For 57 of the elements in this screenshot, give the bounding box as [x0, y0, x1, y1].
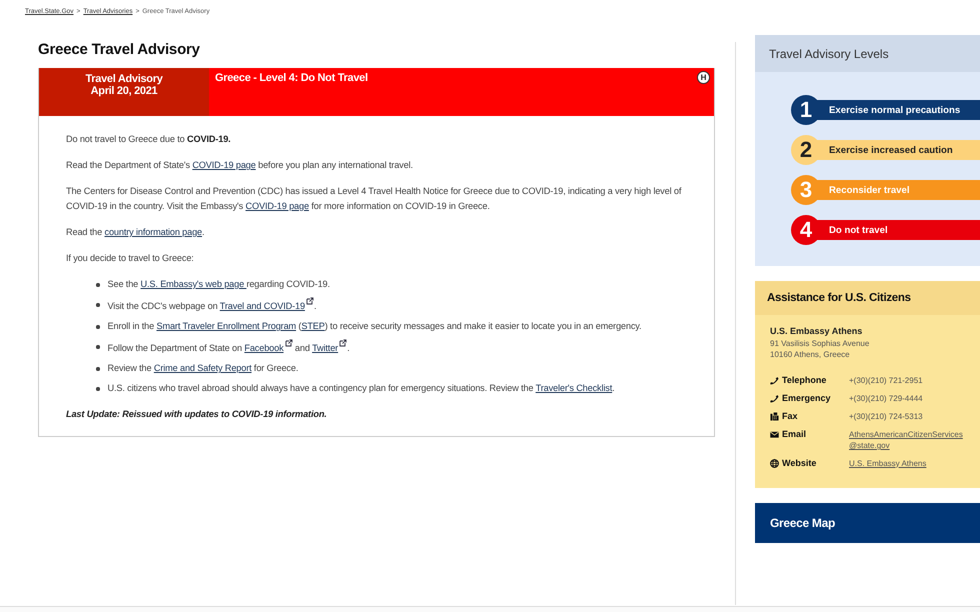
contact-label: Website	[782, 458, 816, 470]
external-link-icon	[284, 339, 293, 348]
level-bar: Exercise increased caution	[815, 140, 980, 160]
link[interactable]: STEP	[301, 321, 325, 332]
bullet-item: Visit the CDC's webpage on Travel and COVID-19 .	[108, 297, 316, 314]
bullet-icon	[96, 367, 100, 371]
bullet-icon	[96, 345, 100, 349]
contact-link[interactable]: AthensAmericanCitizenServices @state.gov	[849, 428, 980, 452]
external-link-icon	[339, 339, 348, 348]
contact-label: Email	[782, 428, 806, 440]
bullet-item: Follow the Department of State on Facebook and Twitter .	[108, 339, 350, 356]
panel-title: Assistance for U.S. Citizens	[767, 292, 911, 304]
level-bar: Reconsider travel	[815, 180, 980, 200]
link[interactable]: Facebook	[244, 343, 284, 354]
paragraph-text: The Centers for Disease Control and Prevention (CDC) has issued a Level 4 Travel Health Notice for Greece due to COVID-19, indicating a very high level of COVID-19 in the country. Visit the Embassy's COVID-19 page for more information on COVID-19 in Greece.	[66, 185, 682, 213]
last-update-text: Last Update: Reissued with updates to COVID-19 information.	[66, 408, 328, 422]
level-bar: Do not travel	[815, 220, 980, 240]
bullet-icon	[96, 303, 100, 306]
link[interactable]: Twitter	[312, 343, 338, 354]
contact-label: Emergency	[782, 392, 831, 404]
contact-label: Fax	[782, 410, 798, 422]
page-title: Greece Travel Advisory	[38, 41, 201, 58]
bullet-item: U.S. citizens who travel abroad should always have a contingency plan for emergency situations. Review the Traveler's Checklist.	[108, 382, 615, 396]
contact-value: +(30)(210) 724-5313	[849, 412, 923, 420]
paragraph-text: If you decide to travel to Greece:	[66, 252, 195, 265]
panel-title: Travel Advisory Levels	[769, 46, 889, 60]
link[interactable]: country information page	[104, 227, 202, 237]
panel-title: Greece Map	[770, 516, 836, 530]
bullet-icon	[96, 325, 100, 329]
link[interactable]: Travel and COVID-19	[220, 301, 305, 312]
bullet-item: Review the Crime and Safety Report for Greece.	[108, 362, 298, 376]
address-line: 91 Vasilisis Sophias Avenue	[770, 338, 870, 349]
link[interactable]: COVID-19 page	[246, 201, 309, 211]
address-line: 10160 Athens, Greece	[770, 349, 851, 360]
link[interactable]: Smart Traveler Enrollment Program	[156, 321, 296, 332]
contact-value: +(30)(210) 729-4444	[849, 394, 923, 402]
bullet-item: Enroll in the Smart Traveler Enrollment Program (STEP) to receive security messages and make it easier to locate you in an emergency.	[108, 320, 642, 334]
contact-value: +(30)(210) 721-2951	[849, 376, 923, 384]
paragraph-text: Read the country information page.	[66, 226, 206, 239]
office-name: U.S. Embassy Athens	[770, 326, 864, 338]
globe-icon	[770, 459, 779, 468]
contact-link[interactable]: U.S. Embassy Athens	[849, 458, 980, 469]
external-link-icon	[306, 297, 314, 305]
paragraph-text: Do not travel to Greece due to COVID-19.	[66, 133, 232, 146]
bullet-icon	[96, 283, 100, 286]
contact-label: Telephone	[782, 374, 826, 386]
level-bar: Exercise normal precautions	[815, 100, 980, 120]
advisory-date-panel: Travel Advisory April 20, 2021	[39, 68, 209, 116]
bullet-icon	[96, 387, 100, 391]
link[interactable]: Traveler's Checklist	[536, 383, 612, 394]
envelope-icon	[770, 430, 779, 439]
link[interactable]: COVID-19 page	[192, 160, 256, 170]
bullet-item: See the U.S. Embassy's web page regarding COVID-19.	[108, 278, 330, 291]
link[interactable]: U.S. Embassy's web page	[140, 279, 246, 289]
paragraph-text: Read the Department of State's COVID-19 page before you plan any international travel.	[66, 159, 414, 172]
fax-icon	[770, 412, 779, 421]
link[interactable]: Crime and Safety Report	[154, 363, 252, 374]
